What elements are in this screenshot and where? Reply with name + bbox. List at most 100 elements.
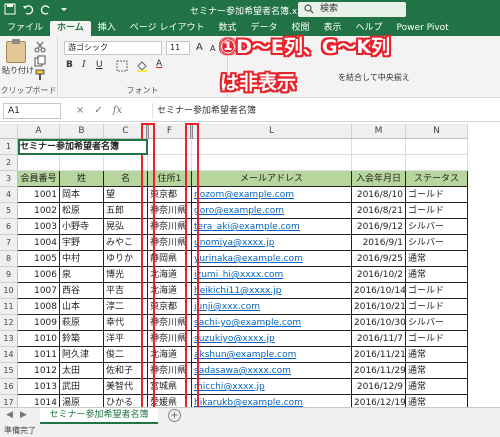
tab-help[interactable]: ヘルプ	[349, 21, 390, 36]
name-box[interactable]: A1	[3, 103, 61, 119]
status-cell[interactable]: ゴールド	[406, 187, 468, 203]
join-date-cell[interactable]: 2016/12/9	[352, 379, 406, 395]
customize-toolbar-icon[interactable]	[58, 3, 70, 15]
email-cell[interactable]: suzukiyo@xxxx.jp	[192, 331, 352, 347]
email-cell[interactable]: heikichi11@xxxx.jp	[192, 283, 352, 299]
last-name-cell[interactable]: 中村	[60, 251, 104, 267]
last-name-cell[interactable]: 小野寺	[60, 219, 104, 235]
email-cell[interactable]: sadasawa@xxxx.com	[192, 363, 352, 379]
sheet-tab[interactable]: セミナー参加希望者名簿	[40, 408, 158, 424]
status-cell[interactable]: ゴールド	[406, 299, 468, 315]
tab-insert[interactable]: 挿入	[91, 21, 123, 36]
empty-cell[interactable]	[192, 155, 352, 171]
last-name-cell[interactable]: 宇野	[60, 235, 104, 251]
grow-font-icon[interactable]: A	[196, 42, 203, 53]
email-cell[interactable]: nozom@example.com	[192, 187, 352, 203]
row-header-2[interactable]: 2	[0, 155, 18, 171]
email-cell[interactable]: junji@xxx.com	[192, 299, 352, 315]
cancel-icon[interactable]: ×	[76, 105, 84, 116]
status-cell[interactable]: 通常	[406, 251, 468, 267]
member-id-cell[interactable]: 1005	[18, 251, 60, 267]
empty-cell[interactable]	[352, 155, 406, 171]
email-cell[interactable]: micchi@xxxx.jp	[192, 379, 352, 395]
last-name-cell[interactable]: 山本	[60, 299, 104, 315]
status-cell[interactable]: ゴールド	[406, 283, 468, 299]
member-id-cell[interactable]: 1007	[18, 283, 60, 299]
row-header-16[interactable]: 16	[0, 379, 18, 395]
fill-color-icon[interactable]	[136, 60, 148, 72]
font-size-select[interactable]: 11	[166, 41, 190, 55]
status-cell[interactable]: 通常	[406, 347, 468, 363]
cut-icon[interactable]	[34, 41, 46, 53]
status-cell[interactable]: 通常	[406, 267, 468, 283]
last-name-cell[interactable]: 萩原	[60, 315, 104, 331]
join-date-cell[interactable]: 2016/9/12	[352, 219, 406, 235]
save-icon[interactable]	[4, 3, 16, 15]
last-name-cell[interactable]: 武田	[60, 379, 104, 395]
row-header-7[interactable]: 7	[0, 235, 18, 251]
font-color-icon[interactable]: A	[156, 59, 162, 69]
sheet-next-icon[interactable]: ▶	[20, 410, 27, 420]
member-id-cell[interactable]: 1009	[18, 315, 60, 331]
tab-home[interactable]: ホーム	[50, 21, 91, 36]
row-header-8[interactable]: 8	[0, 251, 18, 267]
row-header-6[interactable]: 6	[0, 219, 18, 235]
status-cell[interactable]: ゴールド	[406, 331, 468, 347]
column-header-n[interactable]: N	[406, 124, 468, 139]
shrink-font-icon[interactable]: A	[210, 44, 215, 53]
email-cell[interactable]: sachi-yo@example.com	[192, 315, 352, 331]
paste-icon[interactable]	[6, 39, 26, 63]
header-status[interactable]: ステータス	[406, 171, 468, 187]
empty-cell[interactable]	[406, 155, 468, 171]
email-cell[interactable]: yurinaka@example.com	[192, 251, 352, 267]
tab-file[interactable]: ファイル	[0, 21, 50, 36]
join-date-cell[interactable]: 2016/10/30	[352, 315, 406, 331]
header-email[interactable]: メールアドレス	[192, 171, 352, 187]
formula-input[interactable]: セミナー参加希望者名簿	[152, 103, 498, 119]
sheet-prev-icon[interactable]: ◀	[6, 410, 13, 420]
member-id-cell[interactable]: 1001	[18, 187, 60, 203]
select-all-corner[interactable]	[0, 124, 18, 139]
undo-icon[interactable]	[22, 3, 34, 15]
row-header-4[interactable]: 4	[0, 187, 18, 203]
email-cell[interactable]: goro@example.com	[192, 203, 352, 219]
paste-button[interactable]: 貼り付け	[2, 65, 34, 76]
member-id-cell[interactable]: 1012	[18, 363, 60, 379]
tab-review[interactable]: 校閲	[284, 21, 316, 36]
last-name-cell[interactable]: 太田	[60, 363, 104, 379]
bold-button[interactable]: B	[66, 60, 73, 70]
add-sheet-button[interactable]: +	[168, 409, 181, 422]
header-join-date[interactable]: 入会年月日	[352, 171, 406, 187]
member-id-cell[interactable]: 1006	[18, 267, 60, 283]
tab-page-layout[interactable]: ページ レイアウト	[123, 21, 212, 36]
empty-cell[interactable]	[60, 155, 104, 171]
column-header-l[interactable]: L	[192, 124, 352, 139]
column-header-a[interactable]: A	[18, 124, 60, 139]
join-date-cell[interactable]: 2016/11/29	[352, 363, 406, 379]
email-cell[interactable]: akshun@example.com	[192, 347, 352, 363]
header-last-name[interactable]: 姓	[60, 171, 104, 187]
row-header-3[interactable]: 3	[0, 171, 18, 187]
join-date-cell[interactable]: 2016/9/1	[352, 235, 406, 251]
email-cell[interactable]: unomiya@xxxx.jp	[192, 235, 352, 251]
row-header-14[interactable]: 14	[0, 347, 18, 363]
empty-cell[interactable]	[192, 139, 352, 155]
last-name-cell[interactable]: 松原	[60, 203, 104, 219]
member-id-cell[interactable]: 1004	[18, 235, 60, 251]
row-header-10[interactable]: 10	[0, 283, 18, 299]
member-id-cell[interactable]: 1013	[18, 379, 60, 395]
join-date-cell[interactable]: 2016/10/2	[352, 267, 406, 283]
status-cell[interactable]: ゴールド	[406, 203, 468, 219]
format-painter-icon[interactable]	[34, 69, 46, 81]
last-name-cell[interactable]: 阿久津	[60, 347, 104, 363]
member-id-cell[interactable]: 1011	[18, 347, 60, 363]
join-date-cell[interactable]: 2016/10/14	[352, 283, 406, 299]
header-member-id[interactable]: 会員番号	[18, 171, 60, 187]
tab-power-pivot[interactable]: Power Pivot	[390, 21, 456, 36]
row-header-5[interactable]: 5	[0, 203, 18, 219]
last-name-cell[interactable]: 鈴築	[60, 331, 104, 347]
copy-icon[interactable]	[34, 55, 46, 67]
row-header-13[interactable]: 13	[0, 331, 18, 347]
underline-button[interactable]: U	[96, 60, 103, 70]
email-cell[interactable]: izumi_hi@xxxx.com	[192, 267, 352, 283]
